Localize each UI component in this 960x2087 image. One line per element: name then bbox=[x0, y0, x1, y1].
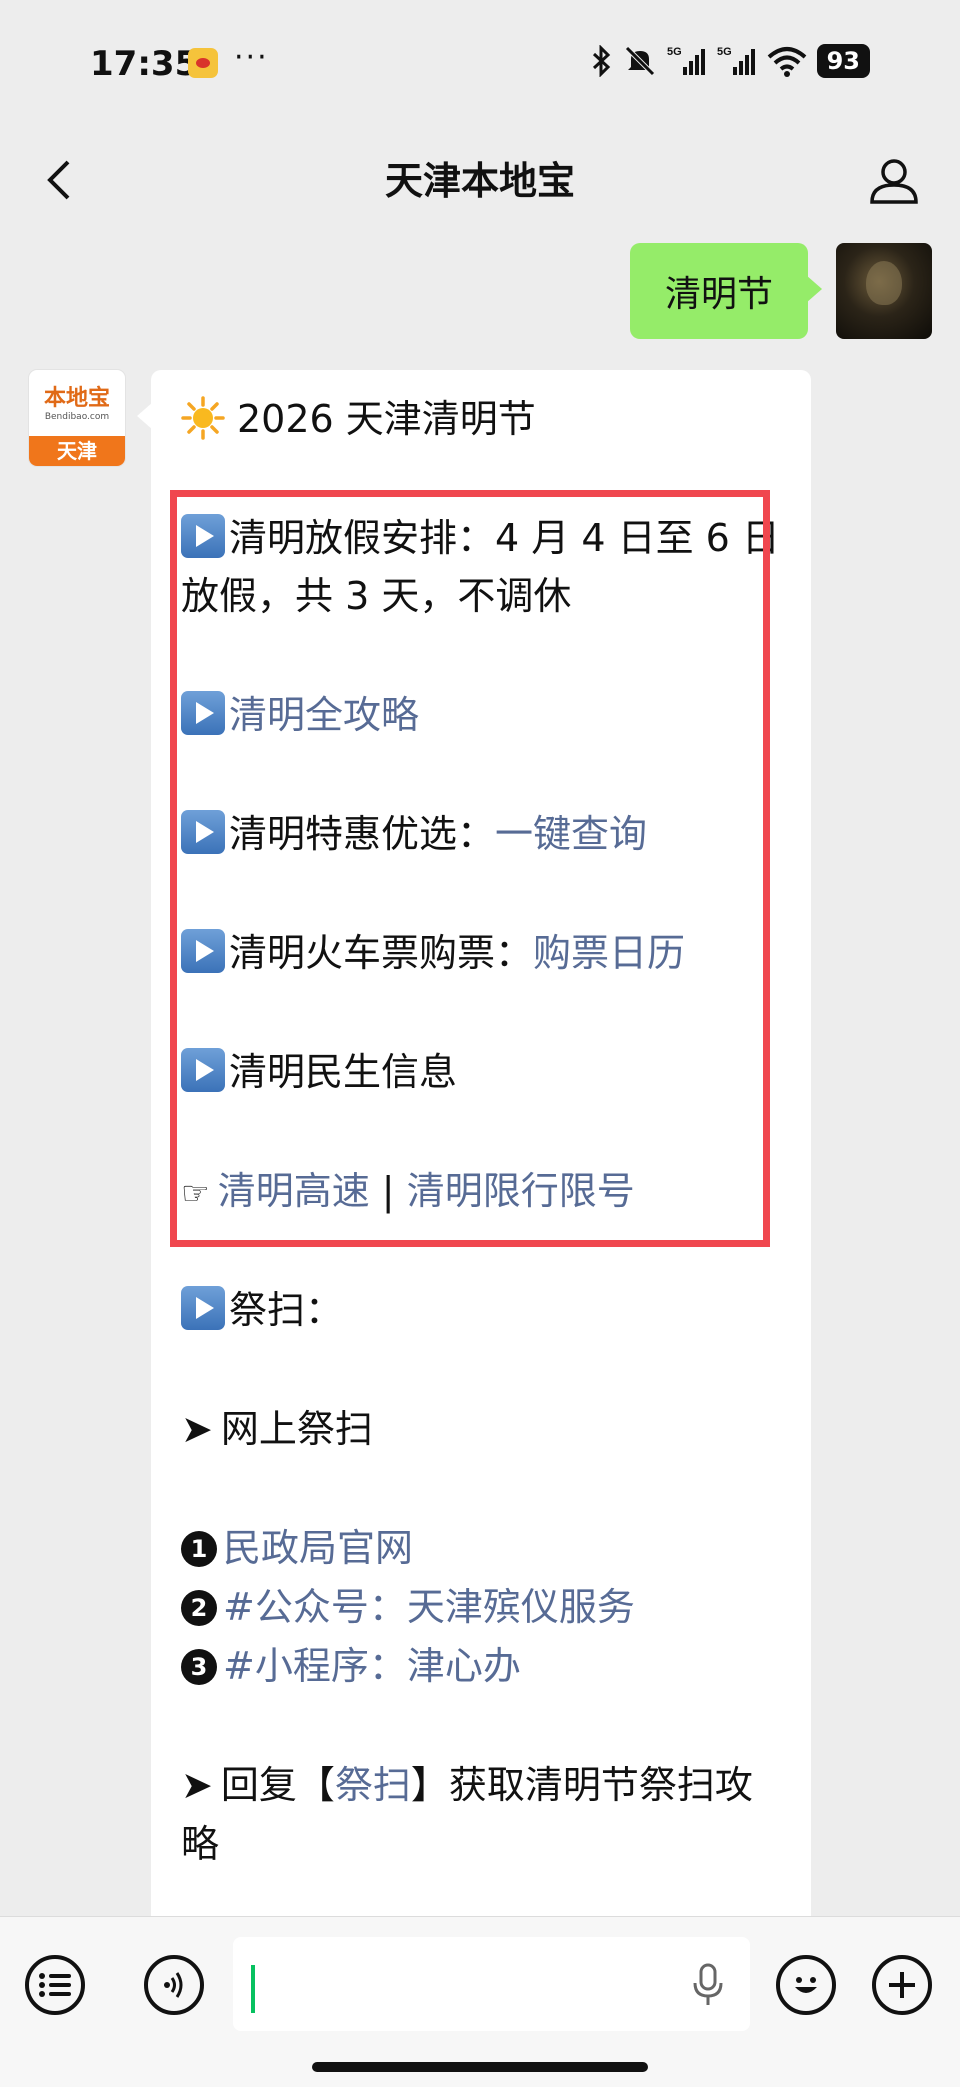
online-sweep-label: 网上祭扫 bbox=[220, 1407, 373, 1451]
bluetooth-icon bbox=[592, 45, 610, 77]
nav-bar: 天津本地宝 bbox=[0, 130, 960, 230]
number-3-icon: 3 bbox=[181, 1649, 217, 1685]
message-input[interactable] bbox=[233, 1937, 750, 2031]
user-message-text: 清明节 bbox=[664, 274, 773, 315]
jinxinban-link[interactable]: #小程序：津心办 bbox=[223, 1644, 521, 1688]
message-title-line: 2026 天津清明节 bbox=[181, 390, 536, 448]
battery-icon: 93 bbox=[816, 44, 870, 78]
voice-icon[interactable] bbox=[144, 1955, 204, 2015]
user-avatar[interactable] bbox=[836, 243, 932, 339]
online-sweep-line: ➤ 网上祭扫 bbox=[181, 1400, 373, 1458]
play-icon bbox=[181, 1286, 225, 1330]
status-icons: 5G 5G 93 bbox=[591, 44, 870, 78]
highlight-annotation-box bbox=[170, 490, 770, 1247]
message-title: 2026 天津清明节 bbox=[237, 397, 536, 441]
bot-avatar[interactable]: 本地宝 Bendibao.com 天津 bbox=[29, 370, 125, 466]
number-2-icon: 2 bbox=[181, 1590, 217, 1626]
avatar-brand-text: 本地宝 bbox=[43, 386, 110, 411]
reply-keyword-link[interactable]: 祭扫 bbox=[335, 1763, 411, 1807]
user-message-bubble[interactable]: 清明节 bbox=[630, 243, 822, 339]
arrow-right-icon: ➤ bbox=[181, 1763, 213, 1807]
sweep-label: 祭扫： bbox=[229, 1288, 344, 1332]
avatar-city-text: 天津 bbox=[29, 436, 125, 466]
text-caret bbox=[251, 1965, 255, 2013]
reply-prefix: 回复【 bbox=[220, 1763, 335, 1807]
arrow-right-icon: ➤ bbox=[181, 1407, 213, 1451]
home-indicator[interactable] bbox=[312, 2062, 648, 2072]
person-icon[interactable] bbox=[866, 152, 922, 208]
svg-text:5G: 5G bbox=[667, 46, 682, 58]
sweep-item-1: 1 民政局官网 bbox=[181, 1519, 413, 1577]
more-notifications-indicator: ··· bbox=[234, 40, 269, 75]
sun-icon bbox=[181, 396, 225, 440]
page-title: 天津本地宝 bbox=[384, 159, 575, 203]
mute-icon bbox=[624, 46, 655, 76]
avatar-url-text: Bendibao.com bbox=[44, 412, 110, 422]
plus-icon[interactable] bbox=[872, 1955, 932, 2015]
emoji-icon[interactable] bbox=[776, 1955, 836, 2015]
sweep-line: 祭扫： bbox=[181, 1281, 343, 1339]
signal-5g-icon: 5G bbox=[717, 46, 755, 75]
status-time: 17:35 bbox=[90, 44, 199, 84]
civil-affairs-link[interactable]: 民政局官网 bbox=[223, 1526, 413, 1570]
reply-text-cont: 略 bbox=[181, 1822, 220, 1866]
status-bar: 17:35 ··· 5G 5G 93 bbox=[0, 0, 960, 130]
mic-icon[interactable] bbox=[688, 1963, 728, 2007]
list-menu-icon[interactable] bbox=[25, 1955, 85, 2015]
signal-5g-icon: 5G bbox=[667, 46, 705, 75]
reply-suffix: 】获取清明节祭扫攻 bbox=[410, 1763, 753, 1807]
reply-line: ➤ 回复【祭扫】获取清明节祭扫攻 bbox=[181, 1756, 753, 1814]
sweep-item-2: 2 #公众号：天津殡仪服务 bbox=[181, 1578, 635, 1636]
svg-text:5G: 5G bbox=[717, 46, 732, 58]
number-1-icon: 1 bbox=[181, 1531, 217, 1567]
reply-line-cont: 略 bbox=[181, 1815, 219, 1873]
weibo-notification-icon bbox=[188, 48, 218, 78]
sweep-item-3: 3 #小程序：津心办 bbox=[181, 1637, 521, 1695]
wifi-icon bbox=[767, 47, 806, 77]
funeral-service-link[interactable]: #公众号：天津殡仪服务 bbox=[223, 1585, 635, 1629]
